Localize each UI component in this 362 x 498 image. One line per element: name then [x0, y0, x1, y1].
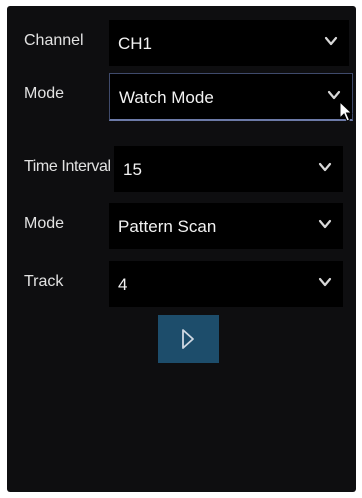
chevron-down-icon — [318, 277, 332, 287]
track-value: 4 — [118, 275, 128, 294]
scan-mode-select[interactable]: Pattern Scan — [109, 203, 343, 249]
chevron-down-icon — [324, 36, 338, 46]
time-interval-label: Time Interval — [24, 158, 111, 175]
scan-mode-row: Mode Pattern Scan — [7, 203, 356, 249]
mode-label: Mode — [24, 85, 65, 102]
scan-mode-value: Pattern Scan — [118, 217, 217, 236]
play-icon — [182, 329, 194, 349]
chevron-down-icon — [318, 219, 332, 229]
track-label: Track — [24, 273, 64, 290]
time-interval-value: 15 — [123, 160, 142, 179]
time-interval-select[interactable]: 15 — [114, 146, 343, 192]
channel-label: Channel — [24, 32, 84, 49]
mouse-pointer-icon — [339, 101, 353, 122]
chevron-down-icon — [318, 162, 332, 172]
channel-select[interactable]: CH1 — [109, 20, 349, 66]
time-interval-row: Time Interval 15 — [7, 146, 356, 192]
mode-row: Mode Watch Mode — [7, 73, 356, 121]
track-row: Track 4 — [7, 261, 356, 307]
chevron-down-icon — [327, 90, 341, 100]
mode-value: Watch Mode — [119, 88, 214, 107]
track-select[interactable]: 4 — [109, 261, 343, 307]
settings-panel: Channel CH1 Mode Watch Mode Time Interva… — [7, 6, 356, 492]
channel-row: Channel CH1 — [7, 20, 356, 66]
scan-mode-label: Mode — [24, 215, 65, 232]
mode-select[interactable]: Watch Mode — [109, 73, 353, 121]
channel-value: CH1 — [118, 34, 153, 53]
play-button[interactable] — [158, 315, 219, 363]
